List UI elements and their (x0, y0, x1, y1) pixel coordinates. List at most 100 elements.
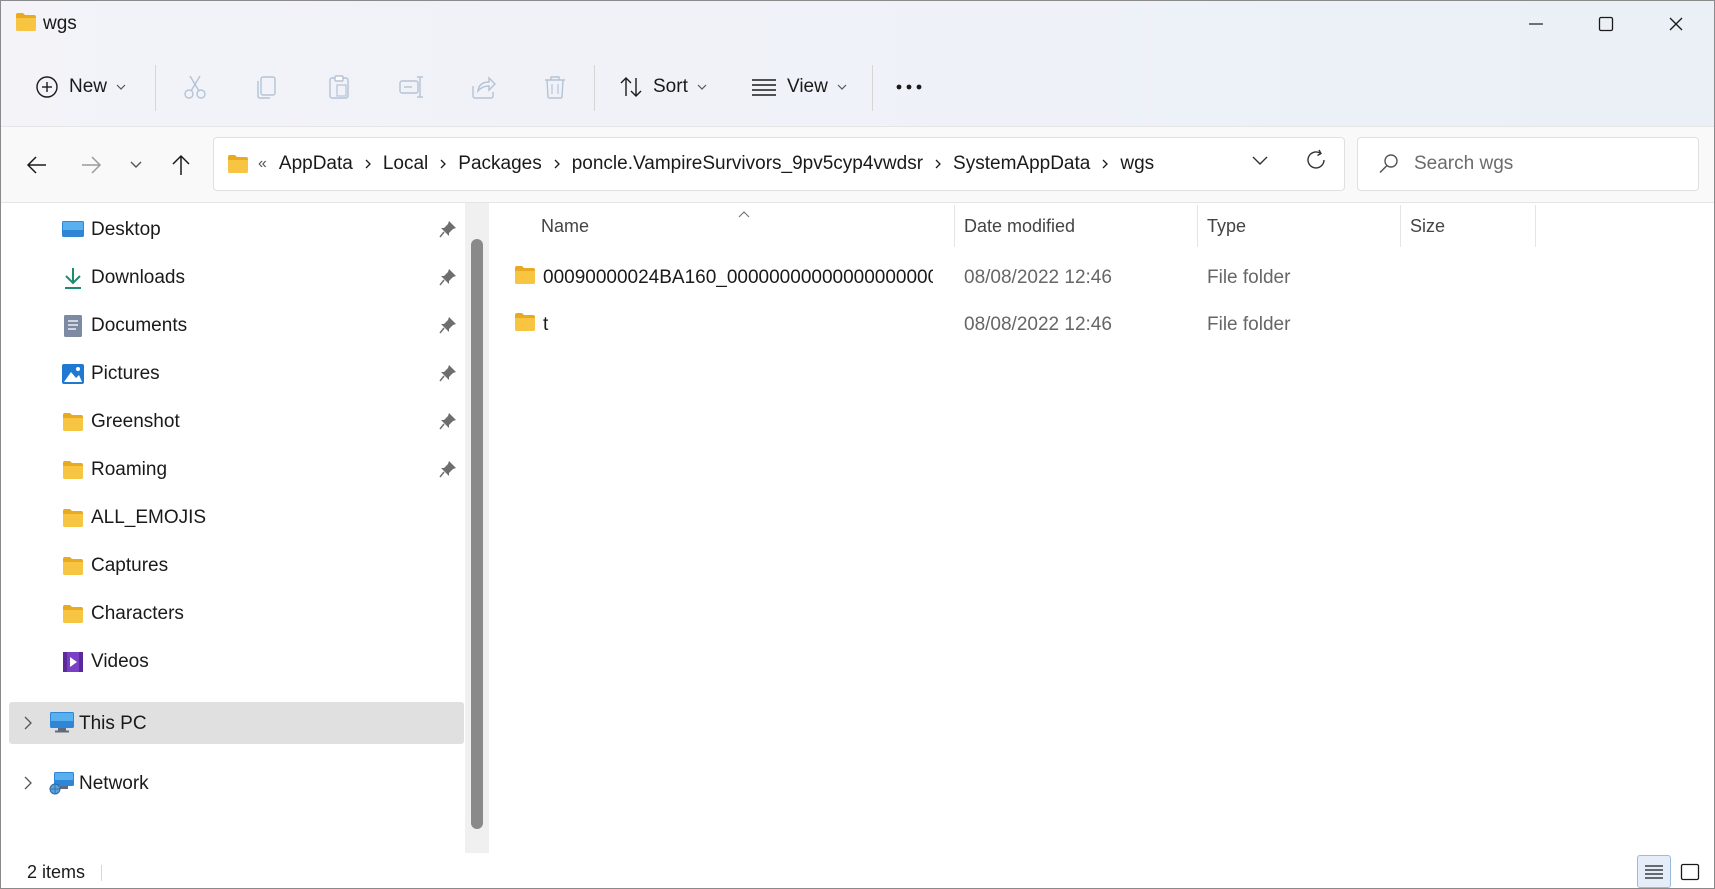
breadcrumb-appdata[interactable]: AppData (279, 153, 353, 175)
nav-item-label: Characters (91, 603, 184, 624)
file-list: Name Date modified Type Size 00090000024… (491, 203, 1714, 853)
folder-icon (61, 458, 85, 482)
column-header-size[interactable]: Size (1410, 203, 1530, 249)
pin-icon[interactable] (439, 268, 457, 291)
chevron-right-icon[interactable] (1101, 158, 1109, 170)
folder-icon (61, 506, 85, 530)
address-row: « AppData Local Packages poncle.VampireS… (1, 127, 1714, 203)
nav-item-videos[interactable]: Videos (1, 638, 467, 686)
refresh-button[interactable] (1305, 149, 1327, 176)
nav-item-greenshot[interactable]: Greenshot (1, 398, 467, 446)
scissors-icon (184, 75, 206, 99)
nav-item-label: Captures (91, 555, 169, 576)
address-bar[interactable]: « AppData Local Packages poncle.VampireS… (213, 137, 1345, 191)
folder-icon (61, 410, 85, 434)
rename-button[interactable] (393, 69, 429, 105)
paste-button[interactable] (321, 69, 357, 105)
maximize-icon (1598, 16, 1614, 32)
breadcrumb-local[interactable]: Local (383, 153, 428, 175)
breadcrumb-overflow[interactable]: « (258, 155, 267, 173)
network-icon (49, 771, 75, 800)
column-divider[interactable] (954, 205, 955, 247)
recent-locations-button[interactable] (116, 145, 156, 185)
large-icons-view-icon (1680, 863, 1700, 880)
more-icon (896, 84, 922, 90)
nav-scrollbar-thumb[interactable] (471, 239, 483, 829)
nav-item-label: Pictures (91, 363, 160, 384)
sort-button[interactable]: Sort (619, 64, 708, 110)
pin-icon[interactable] (439, 460, 457, 483)
nav-item-characters[interactable]: Characters (1, 590, 467, 638)
column-header-date-modified[interactable]: Date modified (964, 203, 1194, 249)
file-name: t (543, 314, 549, 335)
nav-item-this-pc[interactable]: This PC (9, 702, 464, 744)
pin-icon[interactable] (439, 220, 457, 243)
nav-item-all-emojis[interactable]: ALL_EMOJIS (1, 494, 467, 542)
file-row[interactable]: t 08/08/2022 12:46 File folder (505, 301, 1615, 347)
folder-icon (513, 265, 537, 290)
nav-item-network[interactable]: Network (9, 762, 464, 804)
up-button[interactable] (161, 145, 201, 185)
folder-icon (15, 12, 37, 37)
maximize-button[interactable] (1571, 1, 1641, 47)
cut-button[interactable] (177, 69, 213, 105)
pin-icon[interactable] (439, 316, 457, 339)
search-input[interactable]: Search wgs (1357, 137, 1699, 191)
chevron-right-icon[interactable] (364, 158, 372, 170)
arrow-left-icon (26, 156, 46, 174)
status-bar: 2 items (1, 853, 1714, 888)
search-placeholder: Search wgs (1414, 153, 1514, 174)
address-history-button[interactable] (1251, 151, 1269, 172)
breadcrumb-package-folder[interactable]: poncle.VampireSurvivors_9pv5cyp4vwdsr (572, 153, 923, 175)
nav-item-captures[interactable]: Captures (1, 542, 467, 590)
close-button[interactable] (1641, 1, 1711, 47)
delete-button[interactable] (537, 69, 573, 105)
column-divider[interactable] (1535, 205, 1536, 247)
pictures-icon (61, 362, 85, 386)
breadcrumb-packages[interactable]: Packages (458, 153, 541, 175)
chevron-right-icon[interactable] (553, 158, 561, 170)
minimize-icon (1529, 23, 1543, 25)
file-type: File folder (1207, 314, 1291, 335)
details-view-button[interactable] (1637, 855, 1671, 888)
title-bar: wgs (1, 1, 1714, 47)
back-button[interactable] (17, 145, 57, 185)
chevron-down-icon (116, 84, 126, 90)
share-icon (472, 76, 496, 99)
nav-item-desktop[interactable]: Desktop (1, 206, 467, 254)
breadcrumb-wgs[interactable]: wgs (1120, 153, 1154, 175)
new-button[interactable]: New (35, 64, 127, 110)
chevron-right-icon[interactable] (23, 715, 33, 736)
minimize-button[interactable] (1501, 1, 1571, 47)
nav-item-downloads[interactable]: Downloads (1, 254, 467, 302)
more-options-button[interactable] (891, 69, 927, 105)
column-header-name[interactable]: Name (541, 203, 929, 249)
sort-label: Sort (653, 76, 688, 97)
downloads-icon (61, 266, 85, 290)
documents-icon (61, 314, 85, 338)
column-divider[interactable] (1400, 205, 1401, 247)
breadcrumb-systemappdata[interactable]: SystemAppData (953, 153, 1090, 175)
pin-icon[interactable] (439, 364, 457, 387)
chevron-right-icon[interactable] (439, 158, 447, 170)
view-button[interactable]: View (751, 64, 848, 110)
separator (872, 65, 873, 111)
nav-item-roaming[interactable]: Roaming (1, 446, 467, 494)
file-row[interactable]: 00090000024BA160_00000000000000000000...… (505, 254, 1615, 300)
folder-icon (61, 602, 85, 626)
chevron-right-icon[interactable] (934, 158, 942, 170)
pin-icon[interactable] (439, 412, 457, 435)
chevron-down-icon (130, 161, 142, 168)
forward-button[interactable] (71, 145, 111, 185)
nav-item-label: Documents (91, 315, 188, 336)
nav-item-documents[interactable]: Documents (1, 302, 467, 350)
column-divider[interactable] (1197, 205, 1198, 247)
share-button[interactable] (465, 69, 501, 105)
copy-button[interactable] (249, 69, 285, 105)
navigation-pane: Desktop Downloads Documents Pictures Gre… (1, 203, 467, 853)
chevron-right-icon[interactable] (23, 775, 33, 796)
refresh-icon (1307, 149, 1325, 169)
column-header-type[interactable]: Type (1207, 203, 1397, 249)
large-icons-view-button[interactable] (1673, 855, 1707, 888)
nav-item-pictures[interactable]: Pictures (1, 350, 467, 398)
